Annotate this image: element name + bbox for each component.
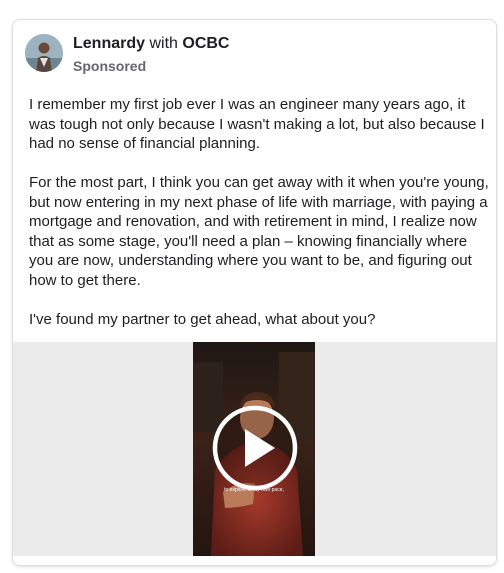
post-paragraph: I remember my first job ever I was an en… (29, 96, 485, 152)
post-title-line: Lennardy with OCBC (73, 34, 229, 54)
sponsored-label[interactable]: Sponsored (73, 57, 229, 75)
post-body: I remember my first job ever I was an en… (29, 95, 489, 329)
author-avatar[interactable] (25, 34, 63, 72)
play-icon[interactable] (211, 404, 299, 492)
partner-name[interactable]: OCBC (182, 35, 229, 52)
post-media[interactable]: to explore at my own pace, (13, 342, 496, 556)
post-paragraph: For the most part, I think you can get a… (29, 174, 489, 289)
with-word: with (149, 35, 178, 52)
post-header: Lennardy with OCBC Sponsored (25, 34, 229, 74)
sponsored-post-card: Lennardy with OCBC Sponsored I remember … (12, 19, 497, 566)
post-meta: Lennardy with OCBC Sponsored (73, 34, 229, 74)
post-paragraph: I've found my partner to get ahead, what… (29, 310, 376, 328)
author-name[interactable]: Lennardy (73, 35, 145, 52)
